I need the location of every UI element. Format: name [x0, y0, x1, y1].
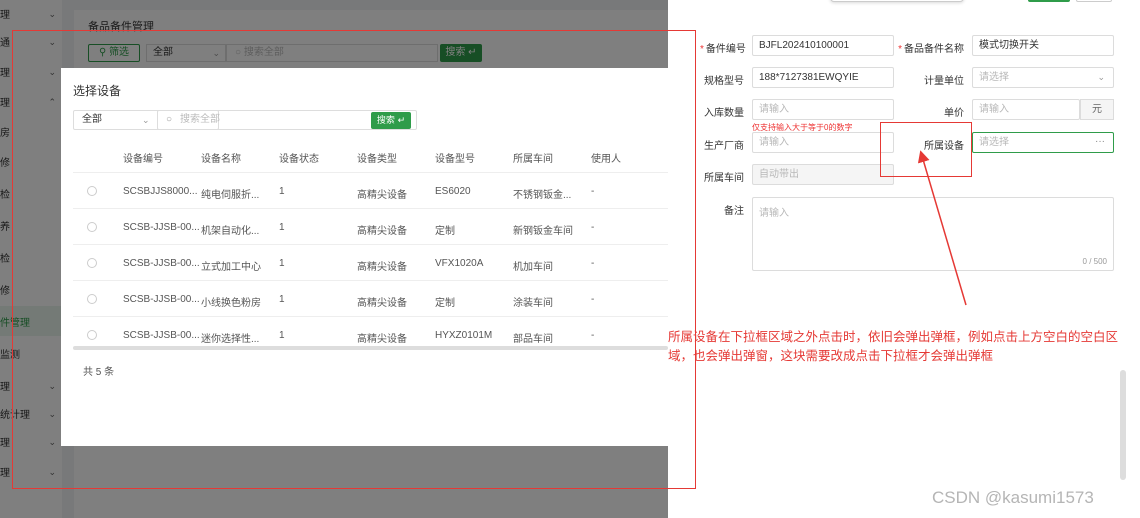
annotation-arrow	[917, 150, 967, 306]
annotation-text: 所属设备在下拉框区域之外点击时，依旧会弹出弹框，例如点击上方空白的空白区域，也会…	[668, 330, 1119, 363]
watermark: CSDN @kasumi1573	[932, 488, 1094, 507]
